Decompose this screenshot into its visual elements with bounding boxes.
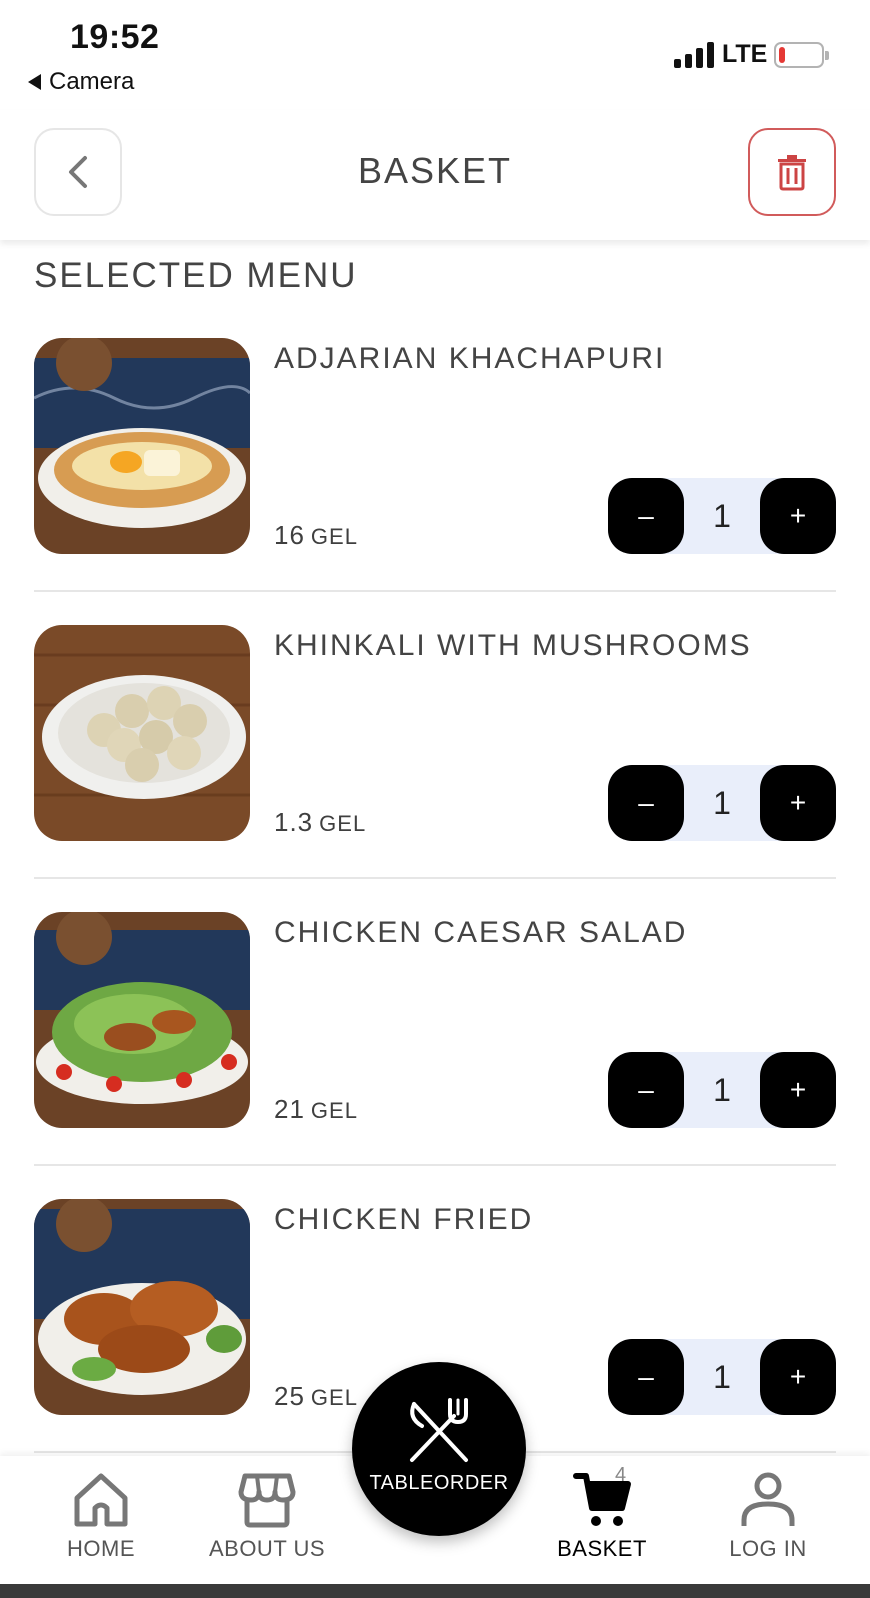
nav-home[interactable]: HOME	[26, 1470, 176, 1562]
home-indicator	[0, 1584, 870, 1598]
quantity-value: 1	[713, 498, 731, 534]
back-triangle-icon	[28, 74, 41, 90]
home-icon	[74, 1473, 128, 1527]
dish-price: 16 GEL	[274, 520, 358, 550]
signal-icon	[674, 40, 714, 68]
basket-item: KHINKALI WITH MUSHROOMS 1.3 GEL – 1 +	[34, 625, 836, 912]
user-icon	[741, 1472, 795, 1526]
basket-item: CHICKEN CAESAR SALAD 21 GEL – 1 +	[34, 912, 836, 1199]
dish-name: CHICKEN CAESAR SALAD	[274, 916, 688, 949]
increase-button[interactable]: +	[760, 765, 836, 841]
nav-basket[interactable]: 4 BASKET	[527, 1464, 677, 1562]
quantity-stepper: – 1 +	[608, 765, 836, 841]
nav-basket-label: BASKET	[557, 1536, 647, 1561]
dish-image-khachapuri	[34, 338, 250, 554]
divider	[34, 1164, 836, 1166]
increase-button[interactable]: +	[760, 478, 836, 554]
quantity-stepper: – 1 +	[608, 1339, 836, 1415]
quantity-value: 1	[713, 1072, 731, 1108]
basket-item: ADJARIAN KHACHAPURI 16 GEL – 1 +	[34, 338, 836, 625]
status-bar: 19:52 Camera LTE	[0, 0, 870, 110]
quantity-stepper: – 1 +	[608, 478, 836, 554]
network-type: LTE	[722, 40, 768, 68]
fork-knife-icon	[410, 1398, 468, 1462]
nav-about[interactable]: ABOUT US	[192, 1470, 342, 1562]
dish-image-khinkali	[34, 625, 250, 841]
tableorder-button[interactable]: TABLEORDER	[352, 1362, 526, 1536]
back-app-label: Camera	[49, 68, 135, 95]
divider	[34, 877, 836, 879]
nav-about-label: ABOUT US	[208, 1536, 326, 1561]
divider	[34, 590, 836, 592]
section-title: SELECTED MENU	[34, 256, 358, 295]
dish-image-caesar-salad	[34, 912, 250, 1128]
header: BASKET	[0, 110, 870, 240]
clock: 19:52	[70, 18, 160, 56]
dish-price: 1.3 GEL	[274, 807, 367, 837]
basket-count-badge: 4	[615, 1464, 627, 1486]
back-to-camera-link[interactable]: Camera	[28, 68, 134, 96]
nav-home-label: HOME	[67, 1536, 135, 1561]
dish-price: 25 GEL	[274, 1381, 358, 1411]
page-title: BASKET	[357, 150, 513, 191]
decrease-button[interactable]: –	[608, 1052, 684, 1128]
decrease-button[interactable]: –	[608, 1339, 684, 1415]
quantity-value: 1	[713, 785, 731, 821]
dish-image-chicken-fried	[34, 1199, 250, 1415]
clear-basket-button[interactable]	[748, 128, 836, 216]
decrease-button[interactable]: –	[608, 478, 684, 554]
increase-button[interactable]: +	[760, 1052, 836, 1128]
dish-name: KHINKALI WITH MUSHROOMS	[274, 629, 752, 662]
decrease-button[interactable]: –	[608, 765, 684, 841]
battery-icon	[774, 42, 829, 68]
increase-button[interactable]: +	[760, 1339, 836, 1415]
quantity-stepper: – 1 +	[608, 1052, 836, 1128]
dish-name: CHICKEN FRIED	[274, 1203, 534, 1236]
dish-name: ADJARIAN KHACHAPURI	[274, 342, 666, 375]
trash-icon	[778, 155, 806, 191]
quantity-value: 1	[713, 1359, 731, 1395]
nav-login-label: LOG IN	[729, 1536, 807, 1561]
dish-price: 21 GEL	[274, 1094, 358, 1124]
store-icon	[238, 1473, 296, 1528]
tableorder-label: TABLEORDER	[369, 1472, 509, 1494]
nav-login[interactable]: LOG IN	[693, 1470, 843, 1562]
